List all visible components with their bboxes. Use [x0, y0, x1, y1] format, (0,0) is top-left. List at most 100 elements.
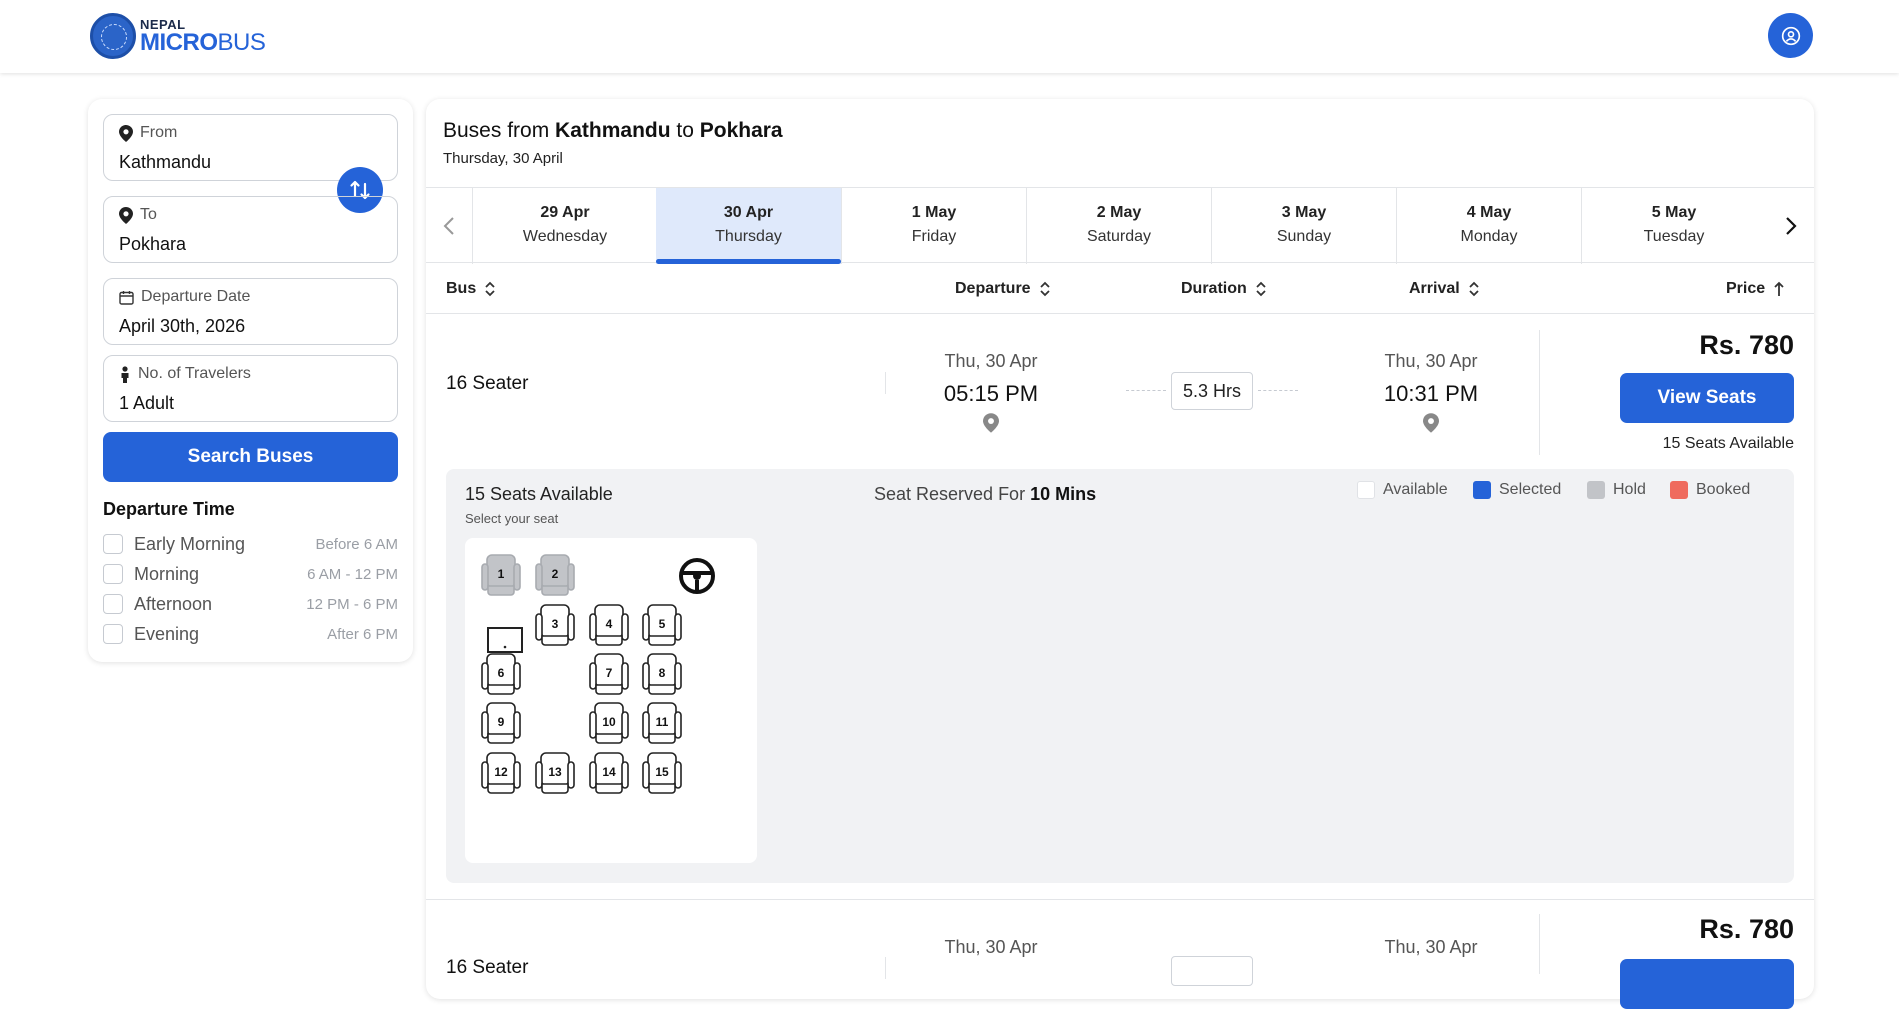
- seat-number: 7: [605, 666, 613, 680]
- sort-icon: [485, 281, 495, 297]
- legend-swatch: [1670, 481, 1688, 499]
- date-tab[interactable]: 2 May Saturday: [1026, 188, 1211, 264]
- seat-13[interactable]: 13: [533, 750, 577, 796]
- filter-afternoon[interactable]: Afternoon 12 PM - 6 PM: [103, 592, 398, 616]
- date-tab[interactable]: 1 May Friday: [841, 188, 1026, 264]
- travelers-field[interactable]: No. of Travelers 1 Adult: [103, 355, 398, 422]
- legend-booked: Booked: [1670, 481, 1750, 499]
- seat-number: 4: [605, 617, 613, 631]
- filter-range: After 6 PM: [327, 625, 398, 643]
- departure-date-value: April 30th, 2026: [119, 316, 246, 336]
- arrival-date: Thu, 30 Apr: [1384, 937, 1478, 957]
- logo-main-text: MICROBUS: [140, 28, 266, 56]
- checkbox[interactable]: [103, 594, 123, 614]
- departure-date-label: Departure Date: [141, 288, 251, 305]
- next-date-button[interactable]: [1768, 188, 1814, 264]
- filter-name: Morning: [134, 563, 200, 584]
- filter-range: Before 6 AM: [315, 535, 398, 553]
- seat-8[interactable]: 8: [640, 651, 684, 697]
- sort-price-header[interactable]: Price: [1726, 264, 1785, 314]
- seat-3[interactable]: 3: [533, 602, 577, 648]
- seat-number: 3: [551, 617, 559, 631]
- search-buses-button[interactable]: Search Buses: [103, 432, 398, 482]
- person-icon: [121, 365, 129, 383]
- filter-evening[interactable]: Evening After 6 PM: [103, 622, 398, 646]
- user-circle-icon: [1781, 26, 1800, 45]
- legend-swatch: [1587, 481, 1605, 499]
- price: Rs. 780: [1699, 914, 1794, 944]
- seat-1[interactable]: 1: [479, 552, 523, 598]
- seat-15[interactable]: 15: [640, 750, 684, 796]
- filter-name: Evening: [134, 623, 200, 644]
- seat-6[interactable]: 6: [479, 651, 523, 697]
- departure-date: Thu, 30 Apr: [944, 937, 1038, 957]
- date-tab[interactable]: 3 May Sunday: [1211, 188, 1396, 264]
- checkbox[interactable]: [103, 624, 123, 644]
- sort-duration-header[interactable]: Duration: [1181, 264, 1267, 314]
- legend-swatch: [1473, 481, 1491, 499]
- seat-5[interactable]: 5: [640, 602, 684, 648]
- seat-2[interactable]: 2: [533, 552, 577, 598]
- checkbox[interactable]: [103, 534, 123, 554]
- view-seats-button[interactable]: [1620, 959, 1794, 1009]
- seat-number: 1: [497, 567, 505, 581]
- seat-number: 5: [658, 617, 666, 631]
- brand-logo[interactable]: NEPAL MICROBUS: [90, 13, 266, 59]
- seat-12[interactable]: 12: [479, 750, 523, 796]
- sort-icon: [1469, 281, 1479, 297]
- from-label: From: [140, 124, 178, 141]
- departure-date: Thu, 30 Apr: [944, 351, 1038, 371]
- seat-number: 11: [655, 715, 669, 729]
- seat-9[interactable]: 9: [479, 700, 523, 746]
- sort-arrival-header[interactable]: Arrival: [1409, 264, 1480, 314]
- calendar-icon: [119, 290, 134, 305]
- steering-wheel-icon: [679, 558, 715, 594]
- seat-14[interactable]: 14: [587, 750, 631, 796]
- seat-number: 15: [655, 765, 669, 779]
- arrival-info: Thu, 30 Apr: [1331, 937, 1531, 958]
- departure-time-title: Departure Time: [103, 499, 235, 519]
- departure-info: Thu, 30 Apr: [891, 937, 1091, 958]
- legend-swatch: [1357, 481, 1375, 499]
- to-value: Pokhara: [119, 234, 187, 254]
- legend-hold: Hold: [1587, 481, 1646, 499]
- seat-number: 14: [602, 765, 616, 779]
- seat-number: 8: [658, 666, 666, 680]
- seat-panel-subtitle: Select your seat: [465, 511, 559, 526]
- to-field[interactable]: To Pokhara: [103, 196, 398, 263]
- checkbox[interactable]: [103, 564, 123, 584]
- seat-number: 10: [602, 715, 616, 729]
- door-icon: [487, 627, 523, 653]
- filter-early-morning[interactable]: Early Morning Before 6 AM: [103, 532, 398, 556]
- departure-date-field[interactable]: Departure Date April 30th, 2026: [103, 278, 398, 345]
- seat-panel-title: 15 Seats Available: [465, 484, 613, 504]
- date-tab-selected[interactable]: 30 Apr Thursday: [656, 188, 841, 264]
- sort-departure-header[interactable]: Departure: [955, 264, 1051, 314]
- seat-10[interactable]: 10: [587, 700, 631, 746]
- to-label: To: [140, 206, 157, 223]
- sort-bus-header[interactable]: Bus: [446, 264, 496, 314]
- seat-number: 2: [551, 567, 559, 581]
- filter-morning[interactable]: Morning 6 AM - 12 PM: [103, 562, 398, 586]
- seat-7[interactable]: 7: [587, 651, 631, 697]
- duration-badge: 5.3 Hrs: [1171, 372, 1253, 410]
- search-panel: From Kathmandu To Pokhara Departure Date…: [88, 99, 413, 662]
- from-value: Kathmandu: [119, 152, 212, 172]
- view-seats-button[interactable]: View Seats: [1620, 373, 1794, 423]
- sort-icon: [1039, 281, 1050, 297]
- prev-date-button[interactable]: [426, 188, 472, 264]
- date-tab[interactable]: 5 May Tuesday: [1581, 188, 1766, 264]
- location-pin-icon: [119, 124, 133, 142]
- chevron-right-icon: [1786, 217, 1797, 235]
- date-tab[interactable]: 4 May Monday: [1396, 188, 1581, 264]
- seat-4[interactable]: 4: [587, 602, 631, 648]
- arrival-info: Thu, 30 Apr 10:31 PM: [1331, 351, 1531, 433]
- travelers-label: No. of Travelers: [138, 365, 251, 382]
- seat-11[interactable]: 11: [640, 700, 684, 746]
- legend-available: Available: [1357, 481, 1448, 499]
- profile-button[interactable]: [1768, 13, 1813, 58]
- location-pin-icon: [983, 413, 999, 433]
- location-pin-icon: [119, 206, 133, 224]
- filter-range: 6 AM - 12 PM: [307, 565, 398, 583]
- date-tab[interactable]: 29 Apr Wednesday: [472, 188, 657, 264]
